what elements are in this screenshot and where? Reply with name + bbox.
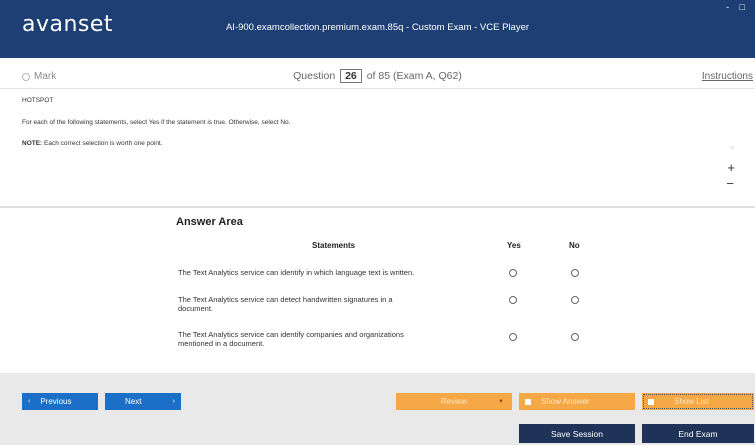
note-text: Each correct selection is worth one poin… — [42, 140, 163, 147]
question-bar: Mark Question 26 of 85 (Exam A, Q62) Ins… — [0, 65, 755, 89]
end-exam-button[interactable]: End Exam — [642, 424, 754, 443]
statement-2: The Text Analytics service can detect ha… — [178, 295, 498, 313]
chevron-right-icon: › — [172, 398, 175, 405]
statement-3-yes-radio[interactable] — [509, 333, 517, 341]
window-title: AI-900.examcollection.premium.exam.85q -… — [225, 22, 530, 33]
question-note: NOTE: Each correct selection is worth on… — [22, 140, 163, 147]
show-list-button[interactable]: Show List — [642, 393, 754, 410]
question-panel: HOTSPOT For each of the following statem… — [0, 90, 755, 206]
answer-area-title: Answer Area — [176, 216, 243, 228]
show-list-checkbox — [648, 398, 654, 405]
review-button[interactable]: Review ▼ — [396, 393, 512, 410]
dropdown-icon: ▼ — [498, 398, 504, 405]
next-label: Next — [125, 397, 142, 406]
save-session-label: Save Session — [551, 428, 603, 439]
yes-header: Yes — [507, 241, 521, 250]
show-list-label: Show List — [674, 397, 709, 406]
zoom-in-button[interactable]: + — [727, 160, 735, 175]
show-answer-checkbox — [525, 398, 531, 405]
statement-2-line1: The Text Analytics service can detect ha… — [178, 295, 393, 304]
window-controls[interactable]: - □ — [726, 2, 749, 12]
instructions-link[interactable]: Instructions — [702, 71, 753, 82]
statement-1-no-radio[interactable] — [571, 269, 579, 277]
end-exam-label: End Exam — [678, 428, 718, 439]
save-session-button[interactable]: Save Session — [519, 424, 635, 443]
show-answer-button[interactable]: Show Answer — [519, 393, 635, 410]
statements-header: Statements — [312, 241, 356, 250]
review-label: Review — [440, 397, 468, 406]
zoom-out-button[interactable]: − — [726, 176, 734, 191]
note-label: NOTE: — [22, 140, 43, 147]
statement-1-line1: The Text Analytics service can identify … — [178, 268, 415, 277]
previous-button[interactable]: ‹ Previous — [22, 393, 98, 410]
statement-2-no-radio[interactable] — [571, 296, 579, 304]
no-header: No — [569, 241, 580, 250]
show-answer-label: Show Answer — [541, 397, 590, 406]
statement-3-line2: mentioned in a document. — [178, 339, 265, 348]
title-bar: avanset AI-900.examcollection.premium.ex… — [0, 0, 755, 58]
statement-3: The Text Analytics service can identify … — [178, 330, 498, 348]
panel-divider — [0, 206, 755, 208]
question-suffix: of 85 (Exam A, Q62) — [366, 70, 462, 82]
statement-3-line1: The Text Analytics service can identify … — [178, 330, 404, 339]
statement-3-no-radio[interactable] — [571, 333, 579, 341]
statement-2-line2: document. — [178, 304, 214, 313]
question-prefix: Question — [293, 70, 336, 82]
statement-2-yes-radio[interactable] — [509, 296, 517, 304]
previous-label: Previous — [40, 397, 72, 406]
question-number-input[interactable]: 26 — [340, 69, 362, 83]
next-button[interactable]: Next › — [105, 393, 181, 410]
question-counter: Question 26 of 85 (Exam A, Q62) — [0, 69, 755, 83]
question-prompt: For each of the following statements, se… — [22, 119, 291, 126]
question-type: HOTSPOT — [22, 97, 54, 104]
search-icon[interactable]: ⌕ — [730, 142, 735, 153]
statement-1-yes-radio[interactable] — [509, 269, 517, 277]
statement-1: The Text Analytics service can identify … — [178, 268, 498, 277]
chevron-left-icon: ‹ — [28, 398, 31, 405]
